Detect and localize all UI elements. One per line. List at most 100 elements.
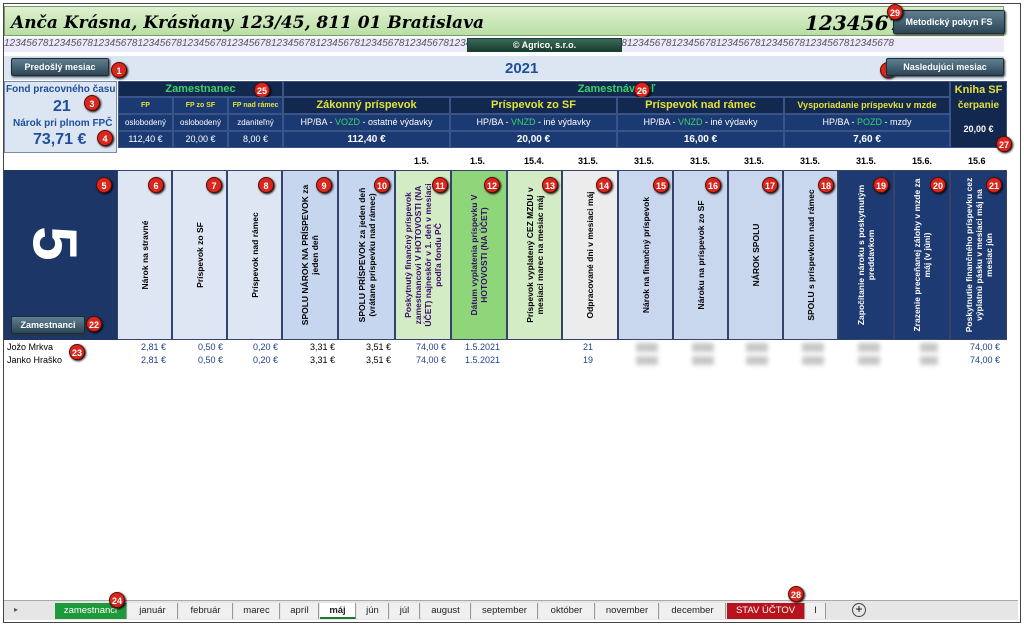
row2-blurred-c13 <box>802 356 824 365</box>
sf-book-title: Kniha SF <box>954 84 1003 96</box>
row1-c3[interactable]: 0,20 € <box>253 342 278 352</box>
group-above-title: Príspevok nad rámec <box>617 97 784 114</box>
tab-august[interactable]: august <box>421 603 471 619</box>
date-c7: 1.5. <box>470 156 486 166</box>
row2-c4[interactable]: 3,31 € <box>310 355 335 365</box>
col-header-sf: Príspevok zo SF <box>172 170 227 340</box>
col-header-via-wage: Príspevok vyplatený CEZ MZDU v mesiaci m… <box>507 170 562 340</box>
row2-c16[interactable]: 74,00 € <box>970 355 1000 365</box>
row2-blurred-c11 <box>692 356 714 365</box>
col-header-total-above: SPOLU s príspevkom nad rámec <box>783 170 838 340</box>
fund-label: Fond pracovného času <box>6 84 116 95</box>
tab-oktober[interactable]: október <box>539 603 595 619</box>
group-settlement-account: HP/BA - POZD - mzdy <box>784 114 950 131</box>
sf-book-subtitle: čerpanie <box>957 100 1000 111</box>
row2-c7[interactable]: 1.5.2021 <box>465 355 500 365</box>
marker-27: 27 <box>996 136 1012 152</box>
marker-8: 8 <box>258 177 274 193</box>
tab-april[interactable]: apríl <box>281 603 319 619</box>
date-c14: 31.5. <box>856 156 877 166</box>
col-header-total-incl: SPOLU PRÍSPEVOK za jeden deň (vrátane pr… <box>338 170 395 340</box>
row1-blurred-c15 <box>920 343 938 352</box>
row2-name[interactable]: Janko Hraško <box>7 355 62 365</box>
employer-section-title: Zamestnávateľ <box>283 81 950 97</box>
year-label: 2021 <box>505 60 539 77</box>
row2-c1[interactable]: 2,81 € <box>141 355 166 365</box>
row1-c2[interactable]: 0,50 € <box>198 342 223 352</box>
tab-januar[interactable]: január <box>128 603 178 619</box>
group-sf-title: Príspevok zo SF <box>450 97 617 114</box>
tab-stav-uctov[interactable]: STAV ÚČTOV <box>727 603 805 619</box>
claim-label: Nárok pri plnom FPČ <box>13 118 113 129</box>
date-c12: 31.5. <box>744 156 765 166</box>
row1-c4[interactable]: 3,31 € <box>310 342 335 352</box>
tab-jul[interactable]: júl <box>390 603 420 619</box>
row2-c6[interactable]: 74,00 € <box>416 355 446 365</box>
tab-marec[interactable]: marec <box>234 603 280 619</box>
tab-scroll-right-icon[interactable]: ▸ <box>14 605 18 614</box>
employees-button[interactable]: Zamestnanci <box>11 316 85 334</box>
month-number: 5 <box>19 226 89 261</box>
row1-c9[interactable]: 21 <box>583 342 593 352</box>
tab-september[interactable]: september <box>472 603 538 619</box>
nav-row <box>4 56 1004 80</box>
row1-c5[interactable]: 3,51 € <box>366 342 391 352</box>
date-c16: 15.6 <box>968 156 986 166</box>
col-header-payslip: Poskytnutie finančného príspevku cez výp… <box>950 170 1007 340</box>
previous-month-button[interactable]: Predošlý mesiac <box>11 58 109 76</box>
row1-c16[interactable]: 74,00 € <box>970 342 1000 352</box>
add-sheet-icon[interactable]: + <box>852 603 866 617</box>
date-c9: 31.5. <box>578 156 599 166</box>
sf-book-value: 20,00 € <box>963 124 994 134</box>
val-fp: 112,40 € <box>118 131 173 148</box>
marker-11: 11 <box>432 177 448 193</box>
row1-c1[interactable]: 2,81 € <box>141 342 166 352</box>
next-month-button[interactable]: Nasledujúci mesiac <box>886 58 1004 76</box>
marker-9: 9 <box>316 177 332 193</box>
tax-fp: oslobodený <box>118 114 173 131</box>
marker-25: 25 <box>254 82 270 98</box>
col-header-claim: Nárok na finančný príspevok <box>618 170 673 340</box>
col-fp-nad-ramec: FP nad rámec <box>228 97 283 114</box>
row2-c5[interactable]: 3,51 € <box>366 355 391 365</box>
marker-18: 18 <box>818 177 834 193</box>
row1-blurred-c10 <box>636 343 658 352</box>
row2-blurred-c14 <box>858 356 880 365</box>
col-header-claim-sf: Nároku na príspevok zo SF <box>673 170 728 340</box>
company-badge: © Agrico, s.r.o. <box>467 38 622 52</box>
row2-c3[interactable]: 0,20 € <box>253 355 278 365</box>
group-legal-value: 112,40 € <box>283 131 450 148</box>
col-header-offset: Započítanie nároku s poskytnutým preddav… <box>838 170 894 340</box>
marker-16: 16 <box>705 177 721 193</box>
row2-c9[interactable]: 19 <box>583 355 593 365</box>
tab-maj[interactable]: máj <box>320 603 356 619</box>
marker-24: 24 <box>109 592 125 608</box>
tax-fp-sf: oslobodený <box>173 114 228 131</box>
row2-c2[interactable]: 0,50 € <box>198 355 223 365</box>
val-fp-sf: 20,00 € <box>173 131 228 148</box>
row1-blurred-c12 <box>746 343 768 352</box>
marker-29: 29 <box>887 4 903 20</box>
group-sf-value: 20,00 € <box>450 131 617 148</box>
tab-i[interactable]: I <box>806 603 826 619</box>
tab-februar[interactable]: február <box>179 603 233 619</box>
tab-november[interactable]: november <box>596 603 659 619</box>
marker-15: 15 <box>653 177 669 193</box>
tab-december[interactable]: december <box>660 603 726 619</box>
row2-blurred-c10 <box>636 356 658 365</box>
method-guide-button[interactable]: Metodický pokyn FS <box>893 10 1005 34</box>
marker-26: 26 <box>634 82 650 98</box>
marker-3: 3 <box>84 95 100 111</box>
marker-10: 10 <box>374 177 390 193</box>
row1-c7[interactable]: 1.5.2021 <box>465 342 500 352</box>
marker-17: 17 <box>762 177 778 193</box>
employer-address: Anča Krásna, Krásňany 123/45, 811 01 Bra… <box>11 13 484 33</box>
marker-7: 7 <box>206 177 222 193</box>
col-fp-sf: FP zo SF <box>173 97 228 114</box>
row1-name[interactable]: Jožo Mrkva <box>7 342 53 352</box>
group-legal-title: Zákonný príspevok <box>283 97 450 114</box>
row1-c6[interactable]: 74,00 € <box>416 342 446 352</box>
tab-jun[interactable]: jún <box>357 603 389 619</box>
tax-fp-nad-ramec: zdaniteľný <box>228 114 283 131</box>
row2-blurred-c15 <box>920 356 938 365</box>
